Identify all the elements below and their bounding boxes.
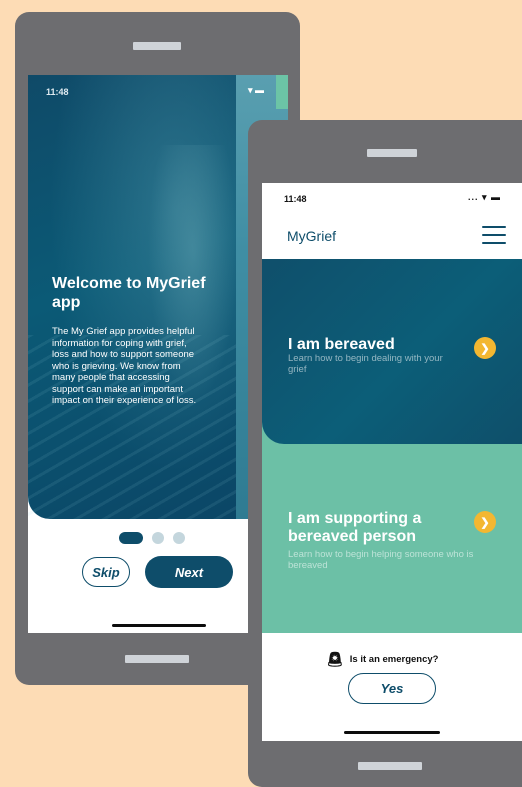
status-icons: ▾ ▬	[248, 85, 265, 95]
home-screen: 11:48 ... ▾ ▬ MyGrief I am bereaved Lear…	[262, 183, 522, 741]
home-button-grille	[125, 655, 189, 663]
page-dot-active[interactable]	[119, 532, 143, 544]
emergency-yes-button[interactable]: Yes	[348, 673, 436, 704]
hamburger-menu-icon[interactable]	[482, 226, 506, 244]
speaker-grille	[367, 149, 417, 157]
siren-icon: 🚨︎	[326, 651, 344, 667]
chevron-right-icon[interactable]: ❯	[474, 511, 496, 533]
skip-button[interactable]: Skip	[82, 557, 130, 587]
home-indicator[interactable]	[112, 624, 206, 627]
chevron-right-icon[interactable]: ❯	[474, 337, 496, 359]
status-icons: ... ▾ ▬	[468, 192, 502, 202]
status-time: 11:48	[46, 87, 69, 97]
supporting-card-title: I am supporting a bereaved person	[288, 510, 422, 545]
page-dot[interactable]	[173, 532, 185, 544]
welcome-description: The My Grief app provides helpful inform…	[52, 326, 197, 406]
bereaved-card-subtitle: Learn how to begin dealing with your gri…	[288, 353, 443, 375]
home-button-grille	[358, 762, 422, 770]
emergency-prompt: 🚨︎ Is it an emergency?	[326, 651, 438, 668]
app-title: MyGrief	[287, 228, 336, 244]
bereaved-card-title: I am bereaved	[288, 336, 395, 353]
status-time: 11:48	[284, 194, 307, 204]
home-indicator[interactable]	[344, 731, 440, 734]
emergency-question: Is it an emergency?	[349, 654, 439, 665]
page-dot[interactable]	[152, 532, 164, 544]
supporting-card-subtitle: Learn how to begin helping someone who i…	[288, 549, 474, 571]
home-phone: 11:48 ... ▾ ▬ MyGrief I am bereaved Lear…	[248, 120, 522, 787]
page-indicator[interactable]	[119, 532, 185, 544]
next-button[interactable]: Next	[145, 556, 233, 588]
speaker-grille	[133, 42, 181, 50]
welcome-title: Welcome to MyGrief app	[52, 275, 206, 311]
